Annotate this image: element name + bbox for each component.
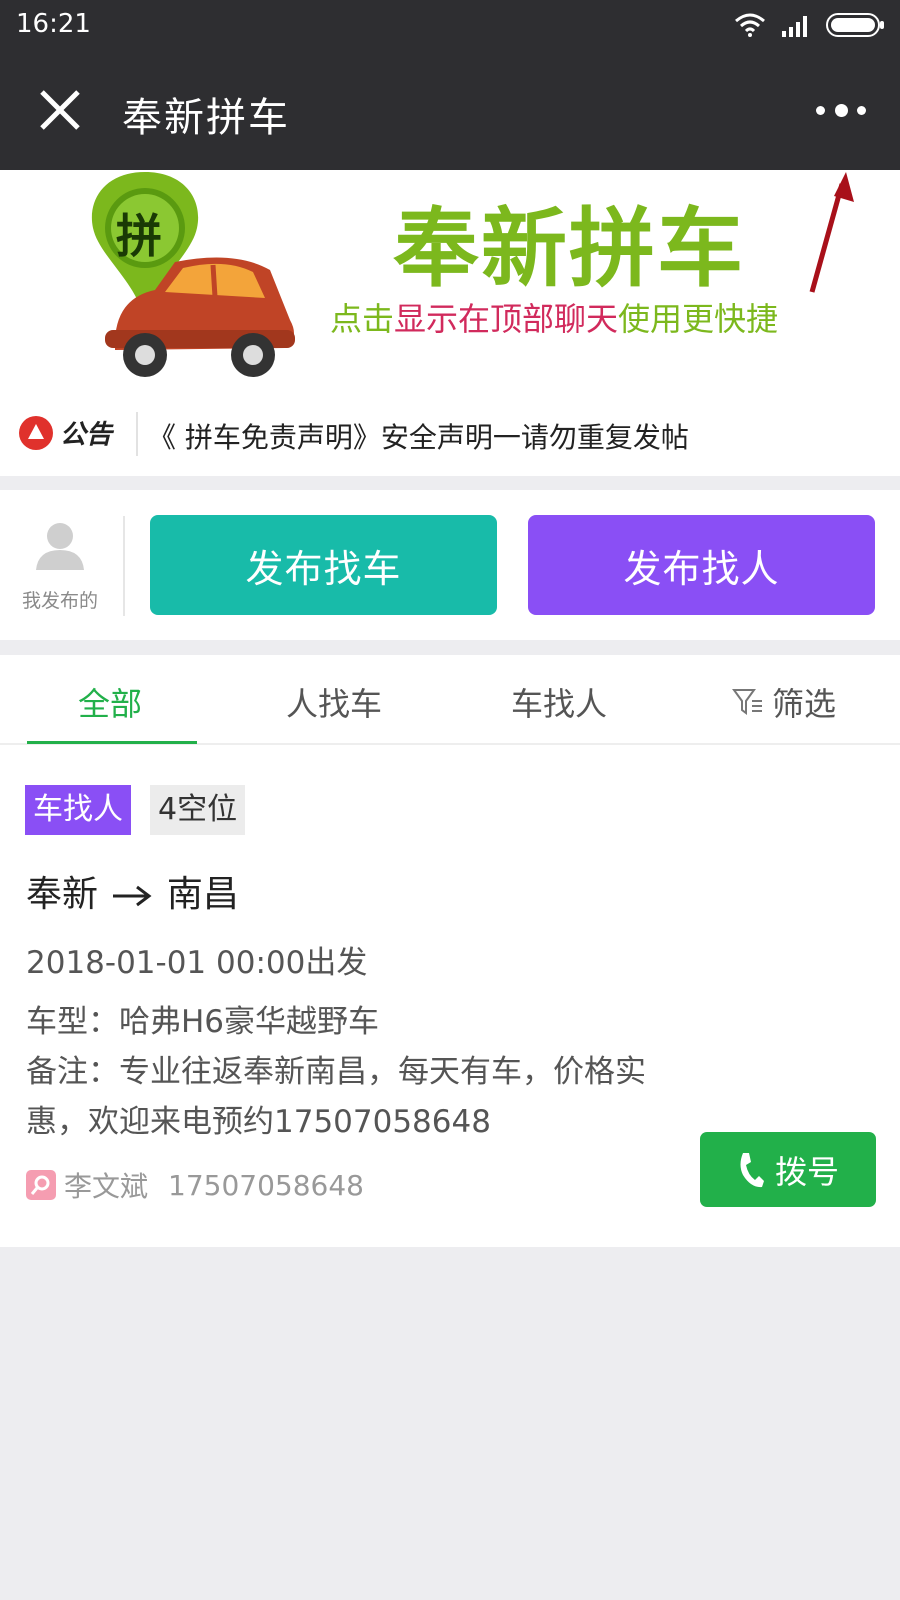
nav-bar: 奉新拼车 bbox=[0, 50, 900, 170]
listing-seats-tag: 4空位 bbox=[150, 785, 246, 835]
contact-phone: 17507058648 bbox=[168, 1168, 364, 1202]
divider bbox=[136, 412, 138, 456]
banner-badge-char: 拼 bbox=[116, 209, 162, 263]
route-to: 南昌 bbox=[166, 874, 239, 915]
megaphone-icon bbox=[19, 415, 53, 450]
status-bar: 16:21 bbox=[0, 0, 900, 50]
more-dot-icon bbox=[834, 103, 848, 117]
divider bbox=[123, 516, 125, 616]
status-time: 16:21 bbox=[16, 9, 91, 39]
listing-card[interactable]: 车找人 4空位 奉新 南昌 2018-01-01 00:00出发 车型：哈弗H6… bbox=[0, 745, 900, 1247]
listing-vehicle: 车型：哈弗H6豪华越野车 bbox=[26, 1004, 380, 1040]
notice-bar[interactable]: 公告 《 拼车免责声明》安全声明一请勿重复发帖 bbox=[0, 392, 900, 476]
contact-name: 李文斌 bbox=[64, 1170, 149, 1203]
banner-sub-part2: 显示在顶部聊天 bbox=[394, 300, 619, 338]
listing-depart-time: 2018-01-01 00:00出发 bbox=[26, 945, 368, 981]
close-button[interactable] bbox=[36, 86, 84, 134]
notice-logo-text: 公告 bbox=[60, 420, 113, 450]
user-avatar-icon bbox=[36, 523, 84, 570]
arrow-up-icon bbox=[809, 172, 854, 293]
dial-label: 拨号 bbox=[774, 1152, 839, 1191]
my-posts-button[interactable]: 我发布的 bbox=[10, 520, 110, 613]
more-dot-icon bbox=[857, 105, 866, 115]
post-find-car-button[interactable]: 发布找车 bbox=[150, 515, 497, 615]
promo-banner[interactable]: 拼 奉新拼车 点击显示在顶部聊天使用更快捷 bbox=[0, 170, 900, 392]
status-icons bbox=[734, 12, 886, 38]
route-from: 奉新 bbox=[26, 874, 99, 915]
more-button[interactable] bbox=[816, 94, 866, 126]
listing-route: 奉新 南昌 bbox=[26, 865, 239, 917]
battery-icon bbox=[826, 13, 884, 37]
notice-logo: 公告 bbox=[18, 414, 112, 451]
tab-all[interactable]: 全部 bbox=[78, 679, 142, 725]
wifi-icon bbox=[735, 13, 765, 37]
banner-headline: 奉新拼车 bbox=[393, 199, 745, 299]
phone-icon bbox=[740, 1152, 764, 1187]
banner-subtitle: 点击显示在顶部聊天使用更快捷 bbox=[330, 294, 778, 340]
arrow-right-icon bbox=[113, 885, 152, 907]
listing-type-tag: 车找人 bbox=[25, 785, 131, 835]
female-icon bbox=[26, 1170, 56, 1200]
close-icon bbox=[40, 90, 80, 130]
page-title: 奉新拼车 bbox=[122, 95, 290, 141]
signal-icon bbox=[782, 16, 807, 37]
tab-car-seek-people[interactable]: 车找人 bbox=[511, 679, 607, 725]
filter-icon bbox=[732, 689, 762, 715]
action-panel: 我发布的 发布找车 发布找人 bbox=[0, 490, 900, 640]
listing-note: 备注：专业往返奉新南昌，每天有车，价格实惠，欢迎来电预约17507058648 bbox=[26, 1054, 646, 1140]
my-posts-label: 我发布的 bbox=[21, 590, 98, 612]
notice-text[interactable]: 《 拼车免责声明》安全声明一请勿重复发帖 bbox=[148, 416, 689, 456]
tab-filter[interactable]: 筛选 bbox=[732, 679, 836, 725]
tab-people-seek-car[interactable]: 人找车 bbox=[286, 679, 382, 725]
active-tab-indicator bbox=[27, 741, 197, 744]
post-find-people-button[interactable]: 发布找人 bbox=[528, 515, 875, 615]
more-dot-icon bbox=[816, 105, 825, 115]
banner-sub-part3: 使用更快捷 bbox=[618, 300, 779, 338]
filter-tabs: 全部 人找车 车找人 筛选 bbox=[0, 655, 900, 745]
listing-contact: 李文斌 17507058648 bbox=[26, 1165, 364, 1205]
tab-filter-label: 筛选 bbox=[772, 685, 837, 723]
banner-sub-part1: 点击 bbox=[330, 300, 395, 338]
dial-button[interactable]: 拨号 bbox=[700, 1132, 876, 1207]
